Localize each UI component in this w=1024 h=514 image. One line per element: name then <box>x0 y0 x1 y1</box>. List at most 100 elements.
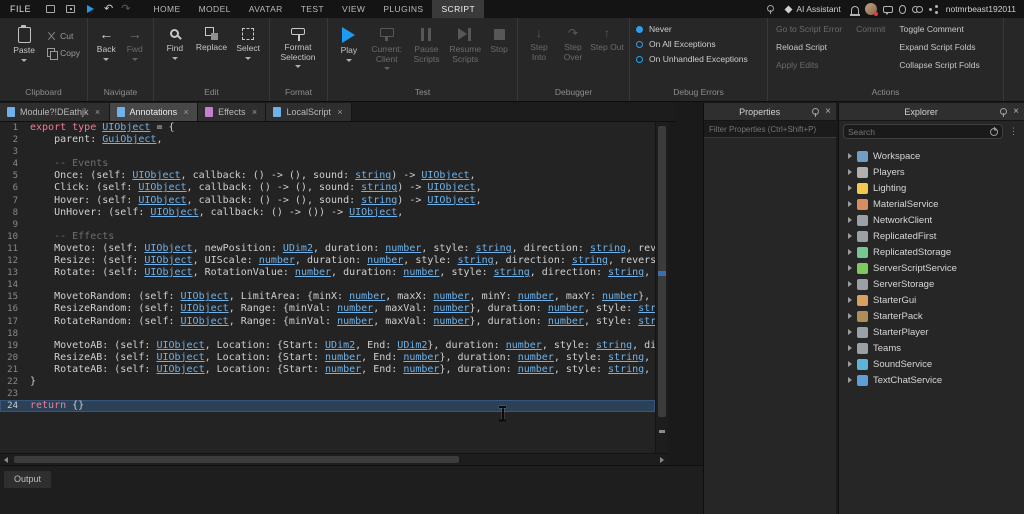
code-line[interactable]: 1 export type UIObject = { <box>0 122 655 134</box>
menu-tab-script[interactable]: SCRIPT <box>432 0 485 18</box>
avatar[interactable] <box>864 3 878 16</box>
step-into-button[interactable]: Step Into <box>522 21 556 62</box>
chevron-right-icon[interactable] <box>848 185 852 191</box>
close-tab-icon[interactable] <box>336 107 344 117</box>
code-line[interactable]: 23 <box>0 388 655 400</box>
code-line[interactable]: 17 RotateRandom: (self: UIObject, Range:… <box>0 316 655 328</box>
code-line[interactable]: 20 ResizeAB: (self: UIObject, Location: … <box>0 352 655 364</box>
menu-tab-home[interactable]: HOME <box>144 0 189 18</box>
notifications-bell-icon[interactable] <box>849 6 860 16</box>
open-window-icon[interactable] <box>44 2 58 16</box>
code-line[interactable]: 10 -- Effects <box>0 231 655 243</box>
explorer-item[interactable]: SoundService <box>839 356 1024 372</box>
code-line[interactable]: 12 Resize: (self: UIObject, UIScale: num… <box>0 255 655 267</box>
code-line[interactable]: 15 MovetoRandom: (self: UIObject, LimitA… <box>0 291 655 303</box>
editor-tab[interactable]: Annotations <box>109 103 199 121</box>
pin-panel-icon[interactable] <box>810 107 820 117</box>
code-line[interactable]: 24 return {} <box>0 400 655 413</box>
explorer-item[interactable]: ReplicatedStorage <box>839 244 1024 260</box>
explorer-item[interactable]: StarterPack <box>839 308 1024 324</box>
explorer-search-box[interactable] <box>843 124 1003 139</box>
paste-button[interactable]: Paste <box>4 21 44 62</box>
explorer-item[interactable]: Workspace <box>839 148 1024 164</box>
play-button[interactable]: Play <box>332 21 366 62</box>
collaborators-icon[interactable] <box>911 5 924 14</box>
chevron-right-icon[interactable] <box>848 153 852 159</box>
close-tab-icon[interactable] <box>250 107 258 117</box>
code-line[interactable]: 16 ResizeRandom: (self: UIObject, Range:… <box>0 303 655 315</box>
chevron-right-icon[interactable] <box>848 217 852 223</box>
code-line[interactable]: 11 Moveto: (self: UIObject, newPosition:… <box>0 243 655 255</box>
code-line[interactable]: 7 Hover: (self: UIObject, callback: () -… <box>0 195 655 207</box>
find-button[interactable]: Find <box>158 21 192 60</box>
action-toggle-comment[interactable]: Toggle Comment <box>899 24 979 34</box>
chevron-right-icon[interactable] <box>848 201 852 207</box>
code-line[interactable]: 9 <box>0 219 655 231</box>
format-selection-button[interactable]: Format Selection <box>274 21 322 68</box>
explorer-item[interactable]: Teams <box>839 340 1024 356</box>
scrollbar-thumb[interactable] <box>14 456 459 463</box>
forward-button[interactable]: Fwd <box>121 21 150 61</box>
menu-tab-avatar[interactable]: AVATAR <box>240 0 292 18</box>
step-out-button[interactable]: Step Out <box>590 21 624 53</box>
close-tab-icon[interactable] <box>94 107 102 117</box>
action-expand-script-folds[interactable]: Expand Script Folds <box>899 42 979 52</box>
editor-tab[interactable]: Effects <box>198 103 267 121</box>
explorer-item[interactable]: ServerScriptService <box>839 260 1024 276</box>
explorer-item[interactable]: ServerStorage <box>839 276 1024 292</box>
step-over-button[interactable]: Step Over <box>556 21 590 62</box>
action-go-to-script-error[interactable]: Go to Script Error <box>776 24 842 34</box>
code-line[interactable]: 18 <box>0 328 655 340</box>
code-line[interactable]: 6 Click: (self: UIObject, callback: () -… <box>0 182 655 194</box>
editor-tab[interactable]: Module?!DEathjk <box>0 103 110 121</box>
debug-option[interactable]: On Unhandled Exceptions <box>636 54 748 64</box>
action-commit[interactable]: Commit <box>856 24 885 34</box>
explorer-item[interactable]: ReplicatedFirst <box>839 228 1024 244</box>
close-icon[interactable] <box>825 107 831 117</box>
chevron-right-icon[interactable] <box>848 345 852 351</box>
publish-icon[interactable] <box>64 2 78 16</box>
chevron-right-icon[interactable] <box>848 265 852 271</box>
editor-vertical-scrollbar[interactable] <box>655 122 668 453</box>
code-line[interactable]: 19 MovetoAB: (self: UIObject, Location: … <box>0 340 655 352</box>
editor-horizontal-scrollbar[interactable] <box>0 453 668 465</box>
code-line[interactable]: 13 Rotate: (self: UIObject, RotationValu… <box>0 267 655 279</box>
explorer-item[interactable]: StarterPlayer <box>839 324 1024 340</box>
close-icon[interactable] <box>1013 107 1019 117</box>
chevron-right-icon[interactable] <box>848 249 852 255</box>
pin-icon[interactable] <box>765 4 775 14</box>
code-line[interactable]: 22} <box>0 376 655 388</box>
pin-panel-icon[interactable] <box>998 107 1008 117</box>
stop-button[interactable]: Stop <box>485 21 513 55</box>
scroll-left-icon[interactable] <box>4 457 8 463</box>
code-line[interactable]: 2 parent: GuiObject, <box>0 134 655 146</box>
chevron-right-icon[interactable] <box>848 329 852 335</box>
menu-tab-test[interactable]: TEST <box>292 0 333 18</box>
file-menu-button[interactable]: FILE <box>0 0 41 18</box>
chevron-right-icon[interactable] <box>848 233 852 239</box>
bug-report-icon[interactable] <box>898 4 906 14</box>
replace-button[interactable]: Replace <box>192 21 232 53</box>
chevron-right-icon[interactable] <box>848 281 852 287</box>
explorer-item[interactable]: StarterGui <box>839 292 1024 308</box>
ai-assistant-button[interactable]: AI Assistant <box>781 4 844 14</box>
code-line[interactable]: 3 <box>0 146 655 158</box>
undo-icon[interactable] <box>100 0 117 18</box>
debug-option[interactable]: On All Exceptions <box>636 39 748 49</box>
menu-tab-model[interactable]: MODEL <box>190 0 240 18</box>
explorer-item[interactable]: TextChatService <box>839 372 1024 388</box>
explorer-item[interactable]: NetworkClient <box>839 212 1024 228</box>
select-button[interactable]: Select <box>231 21 265 60</box>
code-line[interactable]: 5 Once: (self: UIObject, callback: () ->… <box>0 170 655 182</box>
action-collapse-script-folds[interactable]: Collapse Script Folds <box>899 60 979 70</box>
explorer-item[interactable]: MaterialService <box>839 196 1024 212</box>
cut-button[interactable]: Cut <box>44 29 83 42</box>
menu-tab-plugins[interactable]: PLUGINS <box>374 0 432 18</box>
code-line[interactable]: 8 UnHover: (self: UIObject, callback: ()… <box>0 207 655 219</box>
explorer-menu-icon[interactable] <box>1007 127 1020 136</box>
chevron-right-icon[interactable] <box>848 297 852 303</box>
share-icon[interactable] <box>928 5 938 14</box>
action-reload-script[interactable]: Reload Script <box>776 42 842 52</box>
chevron-right-icon[interactable] <box>848 361 852 367</box>
code-line[interactable]: 4 -- Events <box>0 158 655 170</box>
